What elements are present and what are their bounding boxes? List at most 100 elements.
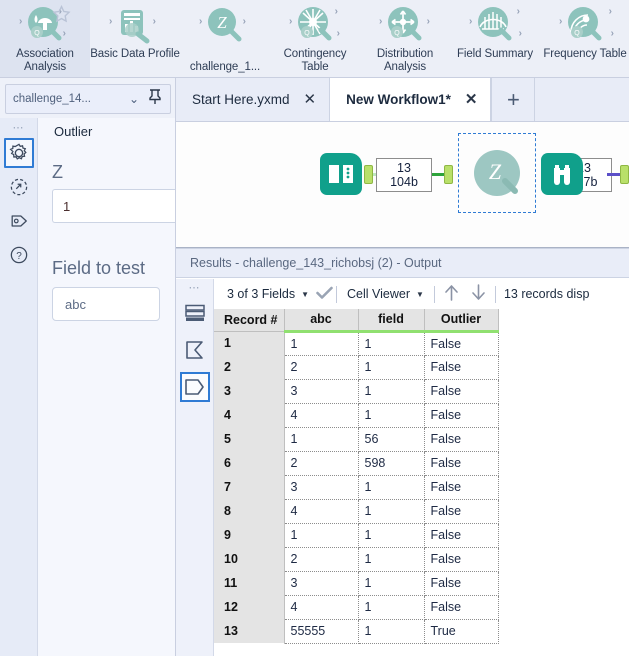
drag-dots-icon[interactable]: ⋯ bbox=[189, 282, 201, 294]
table-row[interactable]: 12 4 1 False bbox=[214, 595, 499, 620]
ribbon-tool-distribution-analysis[interactable]: Q › › Distribution Analysis bbox=[360, 0, 450, 77]
cell-outlier[interactable]: False bbox=[424, 499, 499, 524]
cell-record[interactable]: 1 bbox=[214, 331, 285, 355]
caret-down-icon[interactable]: ▼ bbox=[301, 290, 309, 299]
cell-record[interactable]: 6 bbox=[214, 451, 285, 475]
cell-record[interactable]: 2 bbox=[214, 355, 285, 379]
z-score-node[interactable]: Z bbox=[474, 150, 520, 196]
browse-node[interactable] bbox=[541, 153, 583, 195]
z-value-input[interactable] bbox=[52, 189, 175, 223]
cell-outlier[interactable]: False bbox=[424, 475, 499, 500]
chevron-left-icon[interactable]: › bbox=[109, 16, 112, 27]
chevron-left-icon[interactable]: › bbox=[379, 16, 382, 27]
question-circle-icon[interactable]: ? bbox=[4, 240, 34, 270]
cell-outlier[interactable]: False bbox=[424, 595, 499, 620]
chevron-right-top-icon[interactable]: › bbox=[335, 6, 338, 17]
cell-abc[interactable]: 3 bbox=[284, 571, 359, 596]
ribbon-tool-challenge-macro[interactable]: Z › › challenge_1... bbox=[180, 0, 270, 77]
arrow-up-icon[interactable] bbox=[438, 283, 465, 305]
tag-icon[interactable] bbox=[4, 206, 34, 236]
fields-selector[interactable]: 3 of 3 Fields ▼ bbox=[220, 287, 316, 301]
cell-record[interactable]: 4 bbox=[214, 403, 285, 427]
chevron-right-icon[interactable]: › bbox=[153, 16, 156, 27]
chevron-right-top-icon[interactable]: › bbox=[609, 6, 612, 17]
arrow-down-icon[interactable] bbox=[465, 283, 492, 305]
table-row[interactable]: 13 55555 1 True bbox=[214, 619, 499, 644]
table-row[interactable]: 10 2 1 False bbox=[214, 547, 499, 572]
ribbon-tool-field-summary[interactable]: › › › Field Summary bbox=[450, 0, 540, 77]
table-row[interactable]: 7 3 1 False bbox=[214, 475, 499, 500]
cell-field[interactable]: 1 bbox=[358, 475, 425, 500]
field-to-test-input[interactable] bbox=[52, 287, 160, 321]
favorite-star-icon[interactable] bbox=[52, 4, 71, 29]
cell-record[interactable]: 13 bbox=[214, 619, 285, 643]
chevron-right-bottom-icon[interactable]: › bbox=[519, 28, 522, 39]
table-row[interactable]: 8 4 1 False bbox=[214, 499, 499, 524]
cell-field[interactable]: 1 bbox=[358, 571, 425, 596]
table-row[interactable]: 1 1 1 False bbox=[214, 331, 499, 356]
chevron-right-icon[interactable]: › bbox=[427, 16, 430, 27]
table-row[interactable]: 3 3 1 False bbox=[214, 379, 499, 404]
cell-abc[interactable]: 2 bbox=[284, 451, 359, 476]
column-header-field[interactable]: field bbox=[358, 309, 425, 333]
cell-record[interactable]: 7 bbox=[214, 475, 285, 499]
cell-abc[interactable]: 4 bbox=[284, 595, 359, 620]
drag-dots-icon[interactable]: ⋯ bbox=[13, 122, 25, 134]
chevron-left-icon[interactable]: › bbox=[559, 16, 562, 27]
cell-field[interactable]: 1 bbox=[358, 619, 425, 644]
cell-abc[interactable]: 2 bbox=[284, 547, 359, 572]
cell-abc[interactable]: 1 bbox=[284, 523, 359, 548]
z-value-stepper[interactable] bbox=[52, 189, 175, 223]
cell-outlier[interactable]: False bbox=[424, 379, 499, 404]
workflow-tab-start-here[interactable]: Start Here.yxmd ✕ bbox=[176, 78, 331, 121]
cell-field[interactable]: 1 bbox=[358, 499, 425, 524]
cell-outlier[interactable]: False bbox=[424, 571, 499, 596]
cell-record[interactable]: 3 bbox=[214, 379, 285, 403]
cell-outlier[interactable]: False bbox=[424, 355, 499, 380]
cell-outlier[interactable]: False bbox=[424, 403, 499, 428]
cell-abc[interactable]: 2 bbox=[284, 355, 359, 380]
cell-outlier[interactable]: False bbox=[424, 427, 499, 452]
cell-record[interactable]: 9 bbox=[214, 523, 285, 547]
cell-record[interactable]: 12 bbox=[214, 595, 285, 619]
ribbon-tool-frequency-table[interactable]: Q › › › Frequency Table bbox=[540, 0, 629, 77]
caret-down-icon[interactable]: ▼ bbox=[416, 290, 424, 299]
results-grid-scroll[interactable]: Record # abc field Outlier 1 1 1 False 2 2 1 Fa… bbox=[214, 309, 629, 656]
output-connector-1[interactable] bbox=[364, 165, 373, 184]
cell-abc[interactable]: 3 bbox=[284, 475, 359, 500]
table-row[interactable]: 6 2 598 False bbox=[214, 451, 499, 476]
chevron-right-icon[interactable]: › bbox=[243, 16, 246, 27]
table-row[interactable]: 5 1 56 False bbox=[214, 427, 499, 452]
ribbon-tool-association-analysis[interactable]: Q › › › Association Analysis bbox=[0, 0, 90, 77]
cell-abc[interactable]: 1 bbox=[284, 427, 359, 452]
cell-abc[interactable]: 55555 bbox=[284, 619, 359, 644]
cell-field[interactable]: 1 bbox=[358, 523, 425, 548]
ribbon-tool-basic-data-profile[interactable]: › › Basic Data Profile bbox=[90, 0, 180, 77]
chevron-right-bottom-icon[interactable]: › bbox=[611, 28, 614, 39]
cell-abc[interactable]: 1 bbox=[284, 331, 359, 356]
chevron-down-icon[interactable]: ⌄ bbox=[129, 92, 139, 106]
input-connector-3[interactable] bbox=[620, 165, 629, 184]
cell-abc[interactable]: 4 bbox=[284, 499, 359, 524]
cell-outlier[interactable]: True bbox=[424, 619, 499, 644]
cell-outlier[interactable]: False bbox=[424, 331, 499, 356]
chevron-left-icon[interactable]: › bbox=[19, 16, 22, 27]
chevron-left-icon[interactable]: › bbox=[289, 16, 292, 27]
checkmark-icon[interactable] bbox=[316, 286, 333, 303]
ribbon-tool-contingency-table[interactable]: Q › › › Contingency Table bbox=[270, 0, 360, 77]
refresh-circle-icon[interactable] bbox=[4, 172, 34, 202]
close-icon[interactable]: ✕ bbox=[465, 92, 478, 107]
config-panel-header[interactable]: challenge_14... ⌄ bbox=[5, 84, 171, 114]
cell-field[interactable]: 598 bbox=[358, 451, 425, 476]
workflow-tab-new-workflow1[interactable]: New Workflow1* ✕ bbox=[330, 78, 492, 121]
new-tab-button[interactable]: + bbox=[491, 78, 536, 121]
cell-field[interactable]: 56 bbox=[358, 427, 425, 452]
polygon-icon[interactable] bbox=[179, 372, 210, 402]
cell-field[interactable]: 1 bbox=[358, 595, 425, 620]
cell-record[interactable]: 8 bbox=[214, 499, 285, 523]
table-row[interactable]: 2 2 1 False bbox=[214, 355, 499, 380]
input-data-node[interactable] bbox=[320, 153, 362, 195]
cell-outlier[interactable]: False bbox=[424, 523, 499, 548]
cell-field[interactable]: 1 bbox=[358, 331, 425, 356]
column-header-record[interactable]: Record # bbox=[214, 309, 285, 332]
